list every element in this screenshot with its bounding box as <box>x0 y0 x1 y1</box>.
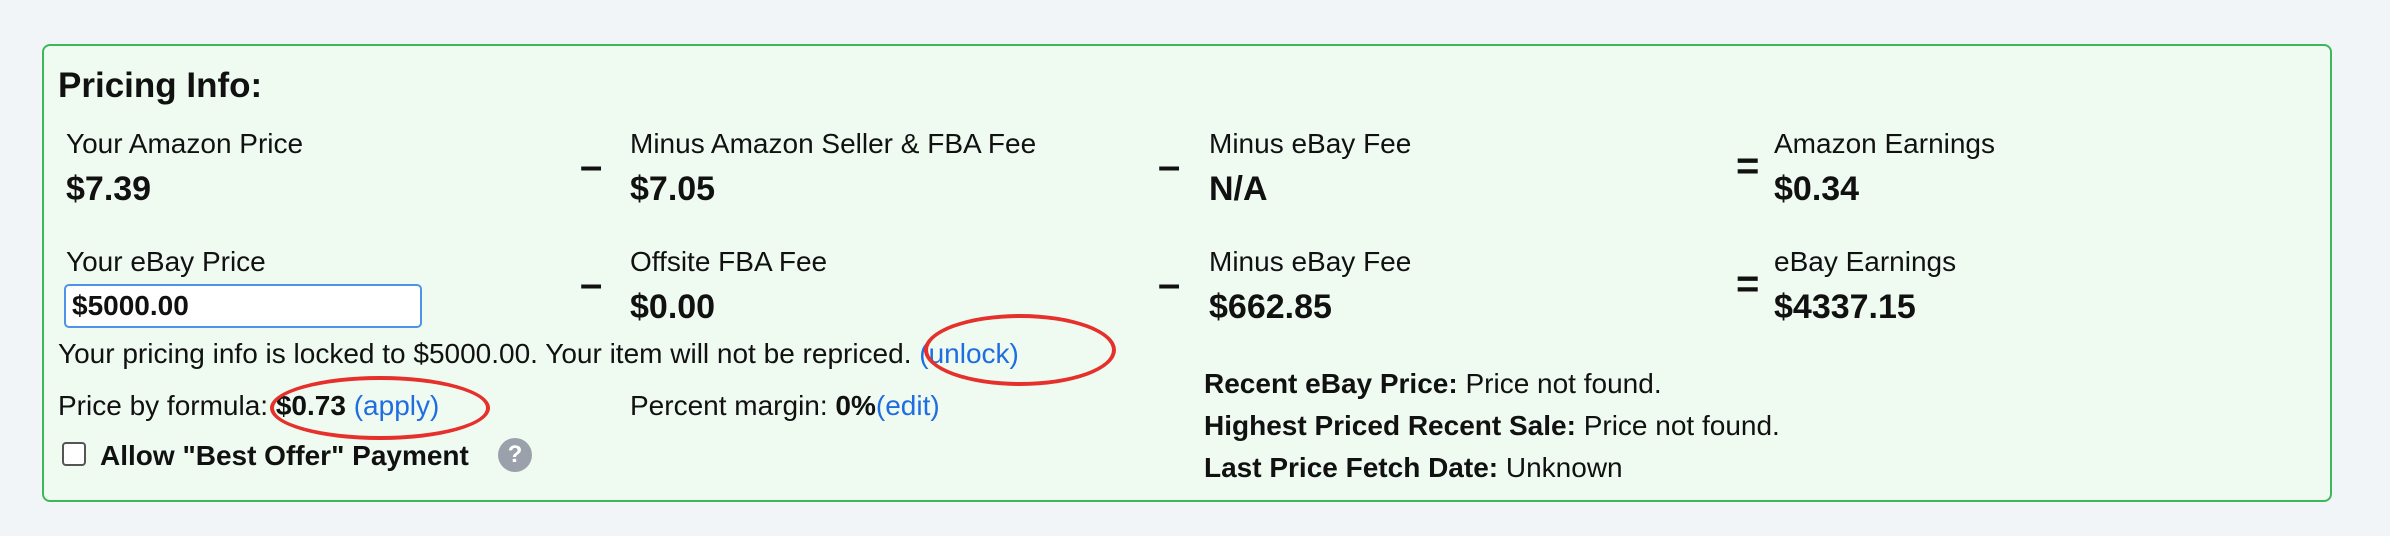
amazon-earnings-value: $0.34 <box>1774 170 1860 208</box>
last-fetch-date-label: Last Price Fetch Date: <box>1204 452 1499 483</box>
amazon-price-value: $7.39 <box>66 170 152 208</box>
last-fetch-date-value: Unknown <box>1505 452 1623 483</box>
ebay-fee-label: Minus eBay Fee <box>1209 246 1412 277</box>
minus-operator: – <box>1158 144 1181 188</box>
ebay-earnings-value: $4337.15 <box>1774 288 1916 326</box>
ebay-fee-value: N/A <box>1209 170 1268 208</box>
amazon-earnings-label: Amazon Earnings <box>1774 128 1996 159</box>
help-icon[interactable]: ? <box>498 438 532 472</box>
last-fetch-date: Last Price Fetch Date: Unknown <box>1204 452 1623 484</box>
ebay-price-input[interactable] <box>64 284 422 328</box>
ebay-earnings-label: eBay Earnings <box>1774 246 1957 277</box>
margin-value: 0% <box>835 390 876 421</box>
lock-notice-text: Your pricing info is locked to $5000.00.… <box>58 338 912 369</box>
seller-fee-value: $7.05 <box>630 170 716 208</box>
recent-ebay-price-value: Price not found. <box>1465 368 1662 399</box>
recent-ebay-price-label: Recent eBay Price: <box>1204 368 1458 399</box>
ebay-fee-value: $662.85 <box>1209 288 1332 326</box>
equals-operator: = <box>1736 262 1760 306</box>
formula-value: $0.73 <box>275 390 346 421</box>
seller-fee-label: Minus Amazon Seller & FBA Fee <box>630 128 1037 159</box>
pricing-info-panel: Pricing Info: Your Amazon Price $7.39 – … <box>42 44 2332 502</box>
price-formula: Price by formula: $0.73 (apply) <box>58 390 439 422</box>
best-offer-label: Allow "Best Offer" Payment <box>100 440 469 471</box>
highest-recent-sale-label: Highest Priced Recent Sale: <box>1204 410 1576 441</box>
minus-operator: – <box>1158 262 1181 306</box>
apply-link[interactable]: (apply) <box>354 390 440 421</box>
recent-ebay-price: Recent eBay Price: Price not found. <box>1204 368 1662 400</box>
percent-margin: Percent margin: 0%(edit) <box>630 390 940 422</box>
highest-recent-sale: Highest Priced Recent Sale: Price not fo… <box>1204 410 1780 442</box>
panel-title: Pricing Info: <box>58 66 263 105</box>
formula-label: Price by formula: <box>58 390 269 421</box>
best-offer-checkbox[interactable] <box>62 442 86 466</box>
lock-notice: Your pricing info is locked to $5000.00.… <box>58 338 1019 370</box>
minus-operator: – <box>580 262 603 306</box>
equals-operator: = <box>1736 144 1760 188</box>
unlock-link[interactable]: (unlock) <box>919 338 1019 369</box>
minus-operator: – <box>580 144 603 188</box>
margin-label: Percent margin: <box>630 390 828 421</box>
ebay-price-label: Your eBay Price <box>66 246 266 277</box>
offsite-fee-value: $0.00 <box>630 288 716 326</box>
highest-recent-sale-value: Price not found. <box>1583 410 1780 441</box>
edit-link[interactable]: (edit) <box>876 390 940 421</box>
amazon-price-label: Your Amazon Price <box>66 128 304 159</box>
ebay-fee-label: Minus eBay Fee <box>1209 128 1412 159</box>
offsite-fee-label: Offsite FBA Fee <box>630 246 828 277</box>
